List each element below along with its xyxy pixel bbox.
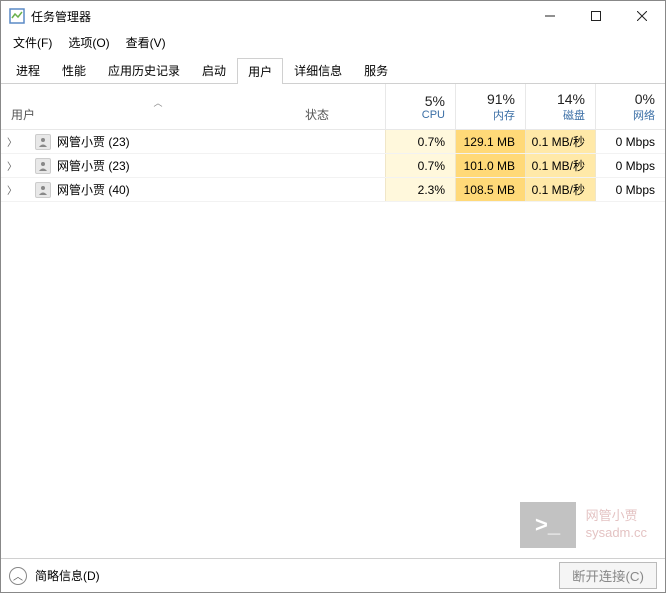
user-name: 网管小贾 (40) — [57, 181, 305, 198]
cell-disk: 0.1 MB/秒 — [525, 178, 595, 201]
close-button[interactable] — [619, 1, 665, 31]
watermark-line1: 网管小贾 — [586, 508, 647, 525]
col-status[interactable]: 状态 — [305, 84, 385, 129]
user-list: 〉网管小贾 (23)0.7%129.1 MB0.1 MB/秒0 Mbps〉网管小… — [1, 130, 665, 558]
window-controls — [527, 1, 665, 31]
memory-label: 内存 — [493, 107, 515, 123]
col-user-label: 用户 — [11, 108, 35, 122]
column-headers: ︿ 用户 状态 5% CPU 91% 内存 14% 磁盘 0% 网络 — [1, 84, 665, 130]
expand-up-icon[interactable]: ︿ — [9, 567, 27, 585]
menubar: 文件(F) 选项(O) 查看(V) — [1, 31, 665, 53]
cpu-label: CPU — [422, 109, 445, 121]
watermark: >_ 网管小贾 sysadm.cc — [520, 502, 647, 548]
watermark-text: 网管小贾 sysadm.cc — [586, 508, 647, 542]
user-row[interactable]: 〉 网管小贾 (23) 0.7%101.0 MB0.1 MB/秒0 Mbps — [1, 154, 665, 178]
tab-performance[interactable]: 性能 — [51, 57, 97, 83]
col-disk[interactable]: 14% 磁盘 — [525, 84, 595, 129]
cell-memory: 101.0 MB — [455, 154, 525, 177]
tab-services[interactable]: 服务 — [353, 57, 399, 83]
user-name: 网管小贾 (23) — [57, 133, 305, 150]
cell-cpu: 2.3% — [385, 178, 455, 201]
disconnect-button[interactable]: 断开连接(C) — [559, 562, 657, 589]
chevron-right-icon[interactable]: 〉 — [1, 158, 17, 173]
footer: ︿ 简略信息(D) 断开连接(C) — [1, 558, 665, 592]
watermark-line2: sysadm.cc — [586, 525, 647, 542]
disk-label: 磁盘 — [563, 107, 585, 123]
user-icon — [35, 134, 51, 150]
disk-percent: 14% — [557, 91, 585, 107]
minimize-button[interactable] — [527, 1, 573, 31]
window-title: 任务管理器 — [31, 8, 527, 25]
cell-network: 0 Mbps — [595, 178, 665, 201]
user-row[interactable]: 〉 网管小贾 (23) 0.7%129.1 MB0.1 MB/秒0 Mbps — [1, 130, 665, 154]
tab-app-history[interactable]: 应用历史记录 — [97, 57, 191, 83]
network-label: 网络 — [633, 107, 655, 123]
col-memory[interactable]: 91% 内存 — [455, 84, 525, 129]
sort-indicator-icon: ︿ — [11, 96, 305, 106]
chevron-right-icon[interactable]: 〉 — [1, 134, 17, 149]
cell-network: 0 Mbps — [595, 154, 665, 177]
chevron-right-icon[interactable]: 〉 — [1, 182, 17, 197]
cell-network: 0 Mbps — [595, 130, 665, 153]
tab-users[interactable]: 用户 — [237, 58, 283, 84]
app-icon — [9, 8, 25, 24]
network-percent: 0% — [635, 91, 655, 107]
cell-memory: 108.5 MB — [455, 178, 525, 201]
menu-view[interactable]: 查看(V) — [118, 32, 174, 53]
cpu-percent: 5% — [425, 93, 445, 109]
titlebar: 任务管理器 — [1, 1, 665, 31]
col-user[interactable]: ︿ 用户 — [1, 84, 305, 129]
cell-cpu: 0.7% — [385, 154, 455, 177]
tab-details[interactable]: 详细信息 — [283, 57, 353, 83]
user-row[interactable]: 〉 网管小贾 (40) 2.3%108.5 MB0.1 MB/秒0 Mbps — [1, 178, 665, 202]
tab-processes[interactable]: 进程 — [5, 57, 51, 83]
cell-memory: 129.1 MB — [455, 130, 525, 153]
details-toggle[interactable]: 简略信息(D) — [35, 567, 100, 584]
maximize-button[interactable] — [573, 1, 619, 31]
col-cpu[interactable]: 5% CPU — [385, 84, 455, 129]
user-icon — [35, 158, 51, 174]
watermark-icon: >_ — [520, 502, 576, 548]
cell-disk: 0.1 MB/秒 — [525, 130, 595, 153]
memory-percent: 91% — [487, 91, 515, 107]
cell-cpu: 0.7% — [385, 130, 455, 153]
menu-options[interactable]: 选项(O) — [60, 32, 117, 53]
user-icon — [35, 182, 51, 198]
col-network[interactable]: 0% 网络 — [595, 84, 665, 129]
tab-bar: 进程 性能 应用历史记录 启动 用户 详细信息 服务 — [1, 53, 665, 84]
cell-disk: 0.1 MB/秒 — [525, 154, 595, 177]
menu-file[interactable]: 文件(F) — [5, 32, 60, 53]
tab-startup[interactable]: 启动 — [191, 57, 237, 83]
user-name: 网管小贾 (23) — [57, 157, 305, 174]
